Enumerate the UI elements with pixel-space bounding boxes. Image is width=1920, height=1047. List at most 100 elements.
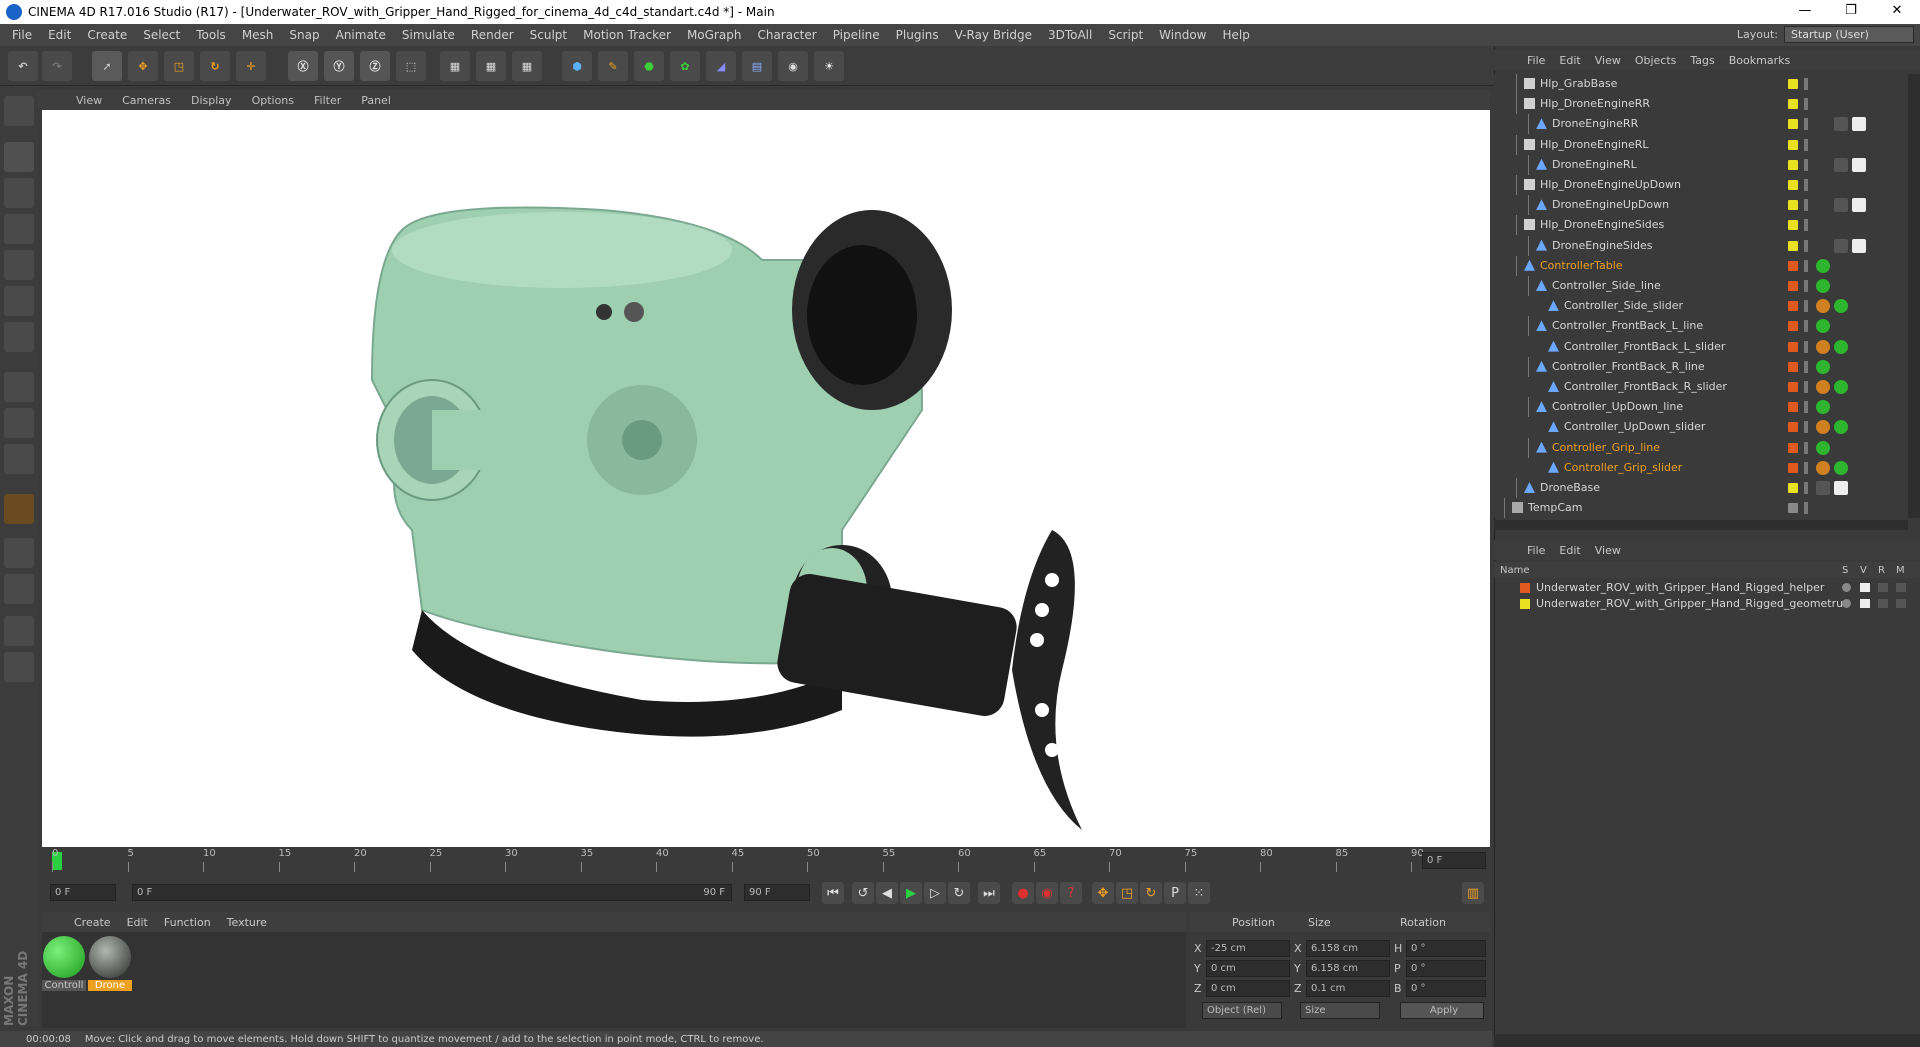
layer-color-swatch[interactable] <box>1520 599 1530 609</box>
layer-render-toggle[interactable] <box>1878 599 1888 608</box>
texture-tag-icon[interactable] <box>1852 157 1866 172</box>
object-row[interactable]: TempCam <box>1494 498 1908 518</box>
menu-item-create[interactable]: Create <box>79 28 135 42</box>
layer-manager-toggle[interactable] <box>1896 599 1906 608</box>
layer-solo-toggle[interactable] <box>1842 583 1851 592</box>
menu-item-script[interactable]: Script <box>1100 28 1151 42</box>
object-row[interactable]: Hlp_DroneEngineUpDown <box>1494 175 1908 195</box>
constraint-tag-icon[interactable] <box>1816 339 1830 354</box>
texture-tag-icon[interactable] <box>1852 117 1866 132</box>
tweak-mode-icon[interactable] <box>4 408 34 438</box>
layer-color-swatch[interactable] <box>1788 321 1798 332</box>
edges-mode-icon[interactable] <box>4 286 34 316</box>
menu-item-select[interactable]: Select <box>135 28 188 42</box>
object-row[interactable]: Controller_FrontBack_R_slider <box>1494 377 1908 397</box>
workplane-icon[interactable] <box>4 538 34 568</box>
camera-icon[interactable]: ◉ <box>778 51 808 81</box>
constraint-tag-icon[interactable] <box>1816 460 1830 475</box>
menu-item-snap[interactable]: Snap <box>281 28 327 42</box>
timeline-ruler[interactable]: 0 5 10 15 20 25 30 35 40 45 50 55 60 65 70 75 80 85 90 0 F <box>42 848 1490 874</box>
next-frame-button[interactable]: ▷ <box>924 882 946 904</box>
frame-range-slider[interactable]: 0 F 90 F <box>132 884 732 901</box>
maximize-button[interactable]: ❐ <box>1828 0 1874 24</box>
material-tag-icon[interactable] <box>1816 319 1830 334</box>
object-menu-edit[interactable]: Edit <box>1552 54 1587 67</box>
next-key-button[interactable]: ↻ <box>948 882 970 904</box>
timeline-window-button[interactable]: ▥ <box>1462 882 1484 904</box>
go-to-start-button[interactable]: ⏮ <box>822 882 844 904</box>
object-row[interactable]: Controller_Side_slider <box>1494 296 1908 316</box>
object-manager-scrollbar[interactable] <box>1494 520 1908 530</box>
layer-color-swatch[interactable] <box>1788 99 1798 110</box>
visibility-dots-icon[interactable] <box>1804 259 1808 272</box>
python-script-2-icon[interactable] <box>4 652 34 682</box>
menu-item-render[interactable]: Render <box>463 28 522 42</box>
redo-button[interactable]: ↷ <box>42 51 72 81</box>
menu-item-simulate[interactable]: Simulate <box>394 28 463 42</box>
visibility-dots-icon[interactable] <box>1804 340 1808 353</box>
layer-color-swatch[interactable] <box>1788 301 1798 312</box>
layer-color-swatch[interactable] <box>1788 220 1798 231</box>
viewport-3d[interactable] <box>42 110 1490 847</box>
object-row[interactable]: DroneEngineUpDown <box>1494 195 1908 216</box>
visibility-dots-icon[interactable] <box>1804 158 1808 171</box>
subdivision-icon[interactable]: ⬣ <box>634 51 664 81</box>
render-settings-icon[interactable]: ▦ <box>512 51 542 81</box>
material-tag-icon[interactable] <box>1834 198 1848 213</box>
material-menu-edit[interactable]: Edit <box>119 916 156 929</box>
coordinate-system-icon[interactable]: ⬚ <box>396 51 426 81</box>
layer-color-swatch[interactable] <box>1788 442 1798 453</box>
layer-color-swatch[interactable] <box>1788 483 1798 493</box>
layer-color-swatch[interactable] <box>1788 503 1798 514</box>
layer-color-swatch[interactable] <box>1788 240 1798 251</box>
visibility-dots-icon[interactable] <box>1804 461 1808 474</box>
layer-color-swatch[interactable] <box>1788 382 1798 392</box>
keyframe-selection-button[interactable]: ? <box>1060 882 1082 904</box>
constraint-tag-icon[interactable] <box>1816 380 1830 394</box>
object-menu-view[interactable]: View <box>1588 54 1628 67</box>
locked-workplane-icon[interactable] <box>4 574 34 604</box>
key-pla-button[interactable]: ⁙ <box>1188 882 1210 904</box>
layer-row[interactable]: Underwater_ROV_with_Gripper_Hand_Rigged_… <box>1494 580 1920 596</box>
layer-color-swatch[interactable] <box>1788 341 1798 352</box>
visibility-dots-icon[interactable] <box>1804 199 1808 212</box>
visibility-dots-icon[interactable] <box>1804 441 1808 454</box>
viewport-menu-options[interactable]: Options <box>242 94 304 107</box>
floor-icon[interactable]: ▤ <box>742 51 772 81</box>
workplane-mode-icon[interactable] <box>4 214 34 244</box>
material-drone[interactable]: Drone <box>88 936 132 994</box>
material-tag-icon[interactable] <box>1834 339 1848 354</box>
object-row[interactable]: Controller_UpDown_line <box>1494 397 1908 418</box>
texture-mode-icon[interactable] <box>4 178 34 208</box>
visibility-dots-icon[interactable] <box>1804 138 1808 151</box>
transform-tool-icon[interactable]: ✛ <box>236 51 266 81</box>
menu-item-sculpt[interactable]: Sculpt <box>522 28 575 42</box>
key-scale-button[interactable]: ◳ <box>1116 882 1138 904</box>
menu-item-v-ray-bridge[interactable]: V-Ray Bridge <box>947 28 1040 42</box>
layer-color-swatch[interactable] <box>1788 281 1798 291</box>
layer-color-swatch[interactable] <box>1520 583 1530 593</box>
object-menu-file[interactable]: File <box>1520 54 1552 67</box>
viewport-menu-filter[interactable]: Filter <box>304 94 351 107</box>
menu-item-3dtoall[interactable]: 3DToAll <box>1040 28 1100 42</box>
object-manager-vscrollbar[interactable] <box>1908 74 1920 518</box>
material-controll[interactable]: Controll <box>42 936 86 994</box>
previous-frame-button[interactable]: ◀ <box>876 882 898 904</box>
size-z-field[interactable]: 0.1 cm <box>1306 980 1390 997</box>
object-row[interactable]: Controller_Side_line <box>1494 276 1908 296</box>
object-mode-icon[interactable] <box>4 142 34 172</box>
visibility-dots-icon[interactable] <box>1804 482 1808 494</box>
layout-dropdown[interactable]: Startup (User) <box>1784 26 1914 43</box>
object-row[interactable]: DroneBase <box>1494 478 1908 498</box>
viewport-menu-panel[interactable]: Panel <box>351 94 401 107</box>
object-row[interactable]: DroneEngineRR <box>1494 114 1908 135</box>
material-tag-icon[interactable] <box>1816 258 1830 273</box>
layer-color-swatch[interactable] <box>1788 159 1798 170</box>
apply-button[interactable]: Apply <box>1400 1002 1484 1019</box>
texture-tag-icon[interactable] <box>1852 198 1866 213</box>
key-rotation-button[interactable]: ↻ <box>1140 882 1162 904</box>
menu-item-motion-tracker[interactable]: Motion Tracker <box>575 28 679 42</box>
render-view-icon[interactable]: ▦ <box>440 51 470 81</box>
x-axis-lock-icon[interactable]: Ⓧ <box>288 51 318 81</box>
object-row[interactable]: Controller_Grip_slider <box>1494 458 1908 478</box>
